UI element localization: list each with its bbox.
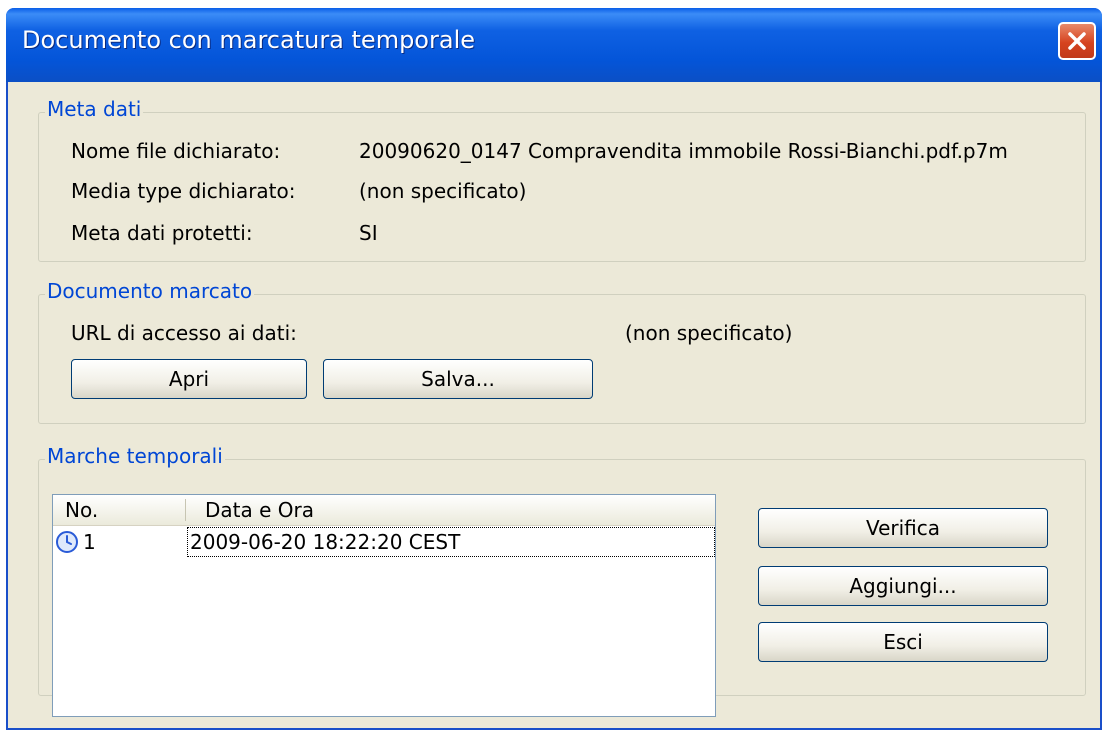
title-bar[interactable]: Documento con marcatura temporale (6, 8, 1102, 82)
column-header-number[interactable]: No. (65, 495, 98, 525)
window-title: Documento con marcatura temporale (22, 26, 475, 54)
dialog-client-area: Meta dati Nome file dichiarato: 20090620… (8, 82, 1100, 728)
close-icon (1068, 32, 1086, 50)
row-datetime: 2009-06-20 18:22:20 CEST (187, 527, 715, 557)
exit-button[interactable]: Esci (758, 622, 1048, 662)
save-button[interactable]: Salva... (323, 359, 593, 399)
declared-filename-label: Nome file dichiarato: (71, 139, 281, 163)
meta-data-legend: Meta dati (45, 97, 144, 121)
access-url-value: (non specificato) (625, 321, 793, 345)
protected-metadata-value: SI (359, 221, 378, 245)
marked-document-legend: Documento marcato (45, 279, 255, 303)
access-url-label: URL di accesso ai dati: (71, 321, 297, 345)
protected-metadata-label: Meta dati protetti: (71, 221, 253, 245)
row-number: 1 (83, 530, 96, 554)
table-row[interactable]: 1 2009-06-20 18:22:20 CEST (53, 527, 715, 557)
close-button[interactable] (1058, 22, 1096, 60)
timestamps-legend: Marche temporali (45, 444, 225, 468)
dialog-window: Documento con marcatura temporale Meta d… (6, 8, 1102, 730)
column-header-datetime[interactable]: Data e Ora (205, 495, 314, 525)
declared-filename-value: 20090620_0147 Compravendita immobile Ros… (359, 139, 1008, 163)
declared-media-type-value: (non specificato) (359, 179, 527, 203)
marked-document-group: Documento marcato URL di accesso ai dati… (38, 279, 1086, 424)
verify-button[interactable]: Verifica (758, 508, 1048, 548)
list-header: No. Data e Ora (53, 495, 715, 526)
column-separator[interactable] (185, 499, 186, 521)
meta-data-group: Meta dati Nome file dichiarato: 20090620… (38, 97, 1086, 262)
clock-icon (56, 531, 78, 553)
timestamps-list[interactable]: No. Data e Ora 1 2009-06-20 18:22:20 CES… (52, 494, 716, 717)
declared-media-type-label: Media type dichiarato: (71, 179, 296, 203)
open-button[interactable]: Apri (71, 359, 307, 399)
add-button[interactable]: Aggiungi... (758, 566, 1048, 606)
